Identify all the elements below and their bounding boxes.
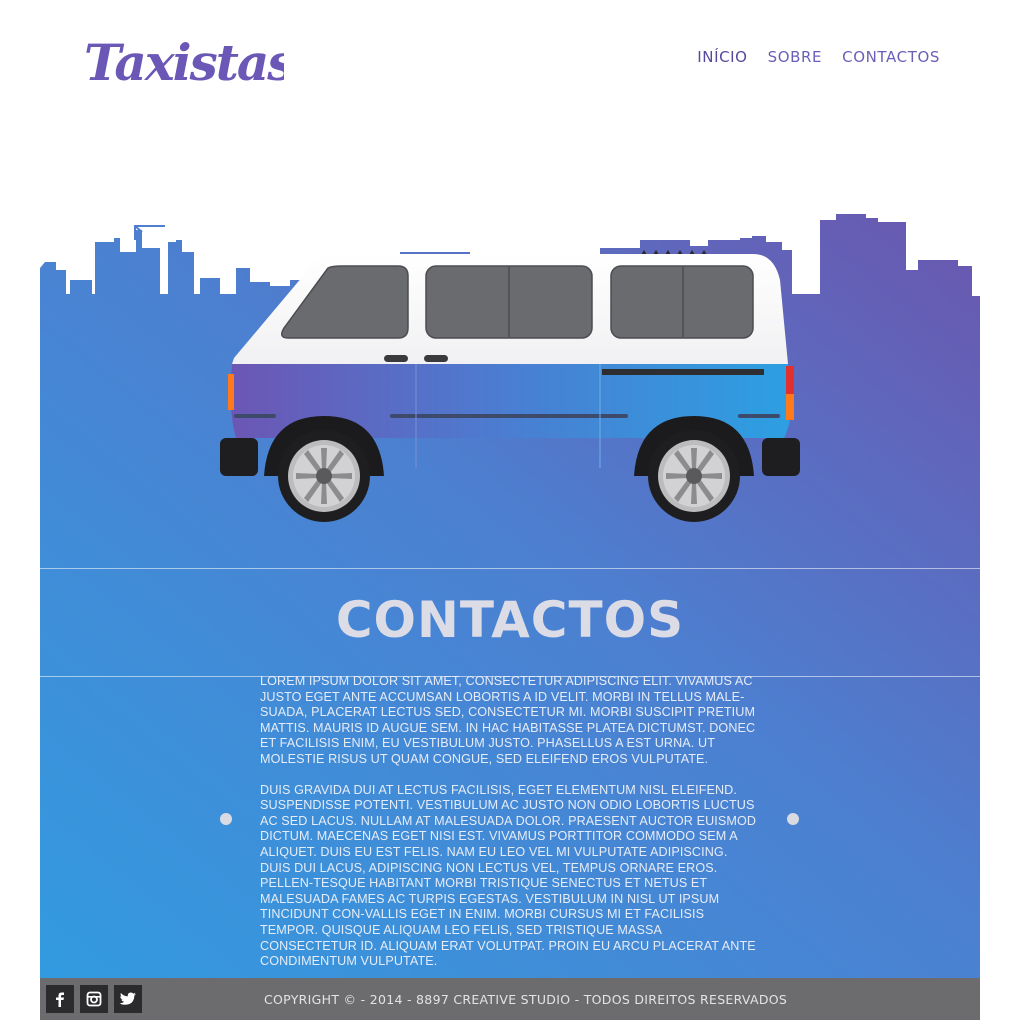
content-text: Lorem ipsum dolor sit amet, consectetur … xyxy=(260,674,758,970)
slider-next-dot[interactable] xyxy=(787,813,799,825)
copyright-text: COPYRIGHT © - 2014 - 8897 CREATIVE STUDI… xyxy=(264,992,788,1007)
section-title: CONTACTOS xyxy=(335,591,685,649)
taxistas-logo[interactable]: Taxistas xyxy=(84,22,284,92)
footer: COPYRIGHT © - 2014 - 8897 CREATIVE STUDI… xyxy=(40,978,980,1020)
twitter-icon xyxy=(119,992,136,1005)
van-illustration xyxy=(220,250,800,522)
twitter-button[interactable] xyxy=(114,985,142,1013)
paragraph-2: Duis gravida dui at lectus facilisis, eg… xyxy=(260,782,757,969)
main-nav: INÍCIO SOBRE CONTACTOS xyxy=(697,48,940,66)
logo-text: Taxistas xyxy=(84,33,284,92)
nav-inicio[interactable]: INÍCIO xyxy=(697,48,747,66)
instagram-button[interactable] xyxy=(80,985,108,1013)
section-title-band: CONTACTOS xyxy=(40,568,980,677)
rear-wheel-icon xyxy=(648,430,740,522)
facebook-icon xyxy=(56,992,64,1007)
nav-contactos[interactable]: CONTACTOS xyxy=(842,48,940,66)
slider-prev-dot[interactable] xyxy=(220,813,232,825)
nav-sobre[interactable]: SOBRE xyxy=(768,48,823,66)
paragraph-1: Lorem ipsum dolor sit amet, consectetur … xyxy=(260,674,756,766)
instagram-icon xyxy=(86,991,102,1007)
facebook-button[interactable] xyxy=(46,985,74,1013)
social-links xyxy=(46,985,142,1013)
front-wheel-icon xyxy=(278,430,370,522)
